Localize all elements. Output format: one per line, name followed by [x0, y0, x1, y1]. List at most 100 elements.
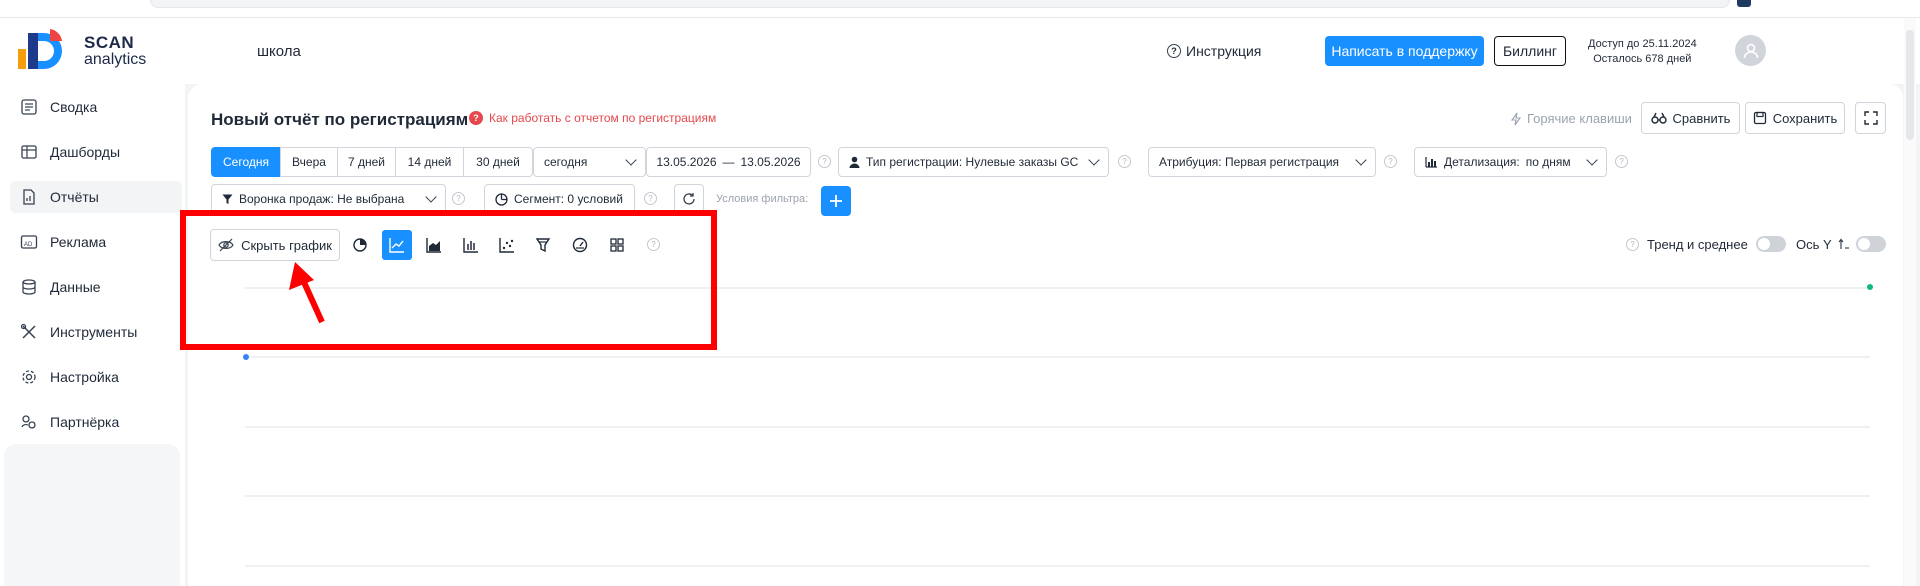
scan-analytics-logo-icon[interactable] — [18, 27, 78, 71]
page-title: Новый отчёт по регистрациям — [211, 110, 469, 129]
instruction-link[interactable]: ? Инструкция — [1167, 43, 1261, 59]
chevron-down-icon — [1586, 154, 1598, 166]
chevron-down-icon — [1355, 154, 1367, 166]
database-icon — [20, 278, 38, 296]
sidebar-item-reports[interactable]: Отчёты — [10, 181, 182, 213]
save-label: Сохранить — [1772, 110, 1838, 126]
period-select[interactable]: сегодня — [533, 147, 646, 177]
period-7-days[interactable]: 7 дней — [337, 147, 396, 177]
save-button[interactable]: Сохранить — [1745, 102, 1845, 134]
user-icon — [1743, 43, 1758, 58]
sidebar-bottom-panel — [4, 444, 180, 586]
trend-label: Тренд и среднее — [1647, 236, 1748, 252]
sidebar-item-tools[interactable]: Инструменты — [10, 316, 182, 348]
filter-conditions-placeholder[interactable]: Условия фильтра: — [716, 193, 808, 205]
sidebar-item-label: Отчёты — [50, 189, 99, 205]
chevron-down-icon — [425, 191, 437, 203]
period-yesterday[interactable]: Вчера — [280, 147, 338, 177]
detail-label: Детализация: — [1444, 155, 1520, 169]
access-days-left: Осталось 678 дней — [1593, 53, 1692, 65]
sidebar-item-settings[interactable]: Настройка — [10, 361, 182, 393]
extension-icon[interactable] — [1737, 0, 1751, 7]
axis-y-label: Ось Y — [1796, 236, 1832, 252]
scrollbar-thumb[interactable] — [1906, 30, 1914, 140]
svg-text:AD: AD — [24, 242, 33, 248]
logo-line2: analytics — [84, 51, 147, 68]
help-icon[interactable]: ? — [644, 192, 657, 205]
refresh-icon — [683, 193, 695, 205]
user-icon — [849, 156, 860, 168]
sidebar-item-partners[interactable]: Партнёрка — [10, 406, 182, 438]
trend-toggle[interactable] — [1755, 236, 1786, 252]
registration-type-select[interactable]: Тип регистрации: Нулевые заказы GC — [838, 147, 1109, 177]
attribution-select[interactable]: Атрибуция: Первая регистрация — [1148, 147, 1376, 177]
funnel-label: Воронка продаж: Не выбрана — [239, 192, 405, 206]
sidebar-item-label: Партнёрка — [50, 414, 120, 430]
sidebar-item-label: Дашборды — [50, 144, 120, 160]
summary-icon — [20, 98, 38, 116]
question-icon: ? — [1167, 44, 1181, 58]
sort-icon — [1838, 238, 1849, 249]
sidebar-item-ads[interactable]: AD Реклама — [10, 226, 182, 258]
registration-type-label: Тип регистрации: Нулевые заказы GC — [866, 155, 1079, 169]
axis-y-toggle[interactable] — [1855, 236, 1886, 252]
period-14-days[interactable]: 14 дней — [395, 147, 464, 177]
report-icon — [20, 188, 38, 206]
project-name[interactable]: школа — [257, 43, 301, 60]
annotation-highlight-box — [180, 210, 717, 350]
date-range-picker[interactable]: 13.05.2026 — 13.05.2026 — [646, 147, 811, 177]
sidebar-item-label: Данные — [50, 279, 101, 295]
sidebar-item-label: Реклама — [50, 234, 107, 250]
sidebar-item-label: Инструменты — [50, 324, 138, 340]
compare-label: Сравнить — [1672, 110, 1731, 126]
help-icon[interactable]: ? — [452, 192, 465, 205]
ad-icon: AD — [20, 233, 38, 251]
period-today[interactable]: Сегодня — [211, 147, 281, 177]
plus-icon — [830, 195, 842, 207]
access-until: Доступ до 25.11.2024 — [1588, 38, 1697, 50]
logo-line1: SCAN — [84, 33, 135, 52]
attribution-label: Атрибуция: Первая регистрация — [1159, 155, 1340, 169]
date-separator: — — [722, 155, 735, 169]
help-icon[interactable]: ? — [1118, 155, 1131, 168]
chevron-down-icon — [625, 154, 637, 166]
add-filter-button[interactable] — [821, 186, 851, 216]
howto-link[interactable]: ? Как работать с отчетом по регистрациям — [469, 111, 716, 125]
trend-toggle-group: ? Тренд и среднее — [1626, 236, 1786, 252]
help-icon[interactable]: ? — [818, 155, 831, 168]
tools-icon — [20, 323, 38, 341]
dashboard-icon — [20, 143, 38, 161]
date-from: 13.05.2026 — [656, 155, 717, 169]
detail-select[interactable]: Детализация: по дням — [1414, 147, 1607, 177]
access-info: Доступ до 25.11.2024 Осталось 678 дней — [1588, 37, 1697, 67]
help-icon[interactable]: ? — [1626, 237, 1639, 251]
expand-icon — [1863, 111, 1878, 125]
segment-label: Сегмент: 0 условий — [514, 192, 623, 206]
pie-chart-icon — [495, 192, 508, 206]
support-button[interactable]: Написать в поддержку — [1325, 36, 1484, 66]
help-icon[interactable]: ? — [1384, 155, 1397, 168]
billing-button[interactable]: Биллинг — [1494, 36, 1566, 66]
address-bar[interactable] — [150, 0, 1730, 8]
browser-top-strip — [0, 0, 1920, 18]
sidebar-item-data[interactable]: Данные — [10, 271, 182, 303]
compare-icon — [1650, 112, 1667, 124]
compare-button[interactable]: Сравнить — [1641, 102, 1740, 134]
help-icon[interactable]: ? — [1615, 155, 1628, 168]
sidebar-item-label: Сводка — [50, 99, 98, 115]
sidebar-item-dashboards[interactable]: Дашборды — [10, 136, 182, 168]
partner-icon — [20, 413, 38, 431]
fullscreen-button[interactable] — [1855, 102, 1886, 134]
chevron-down-icon — [1088, 154, 1100, 166]
sidebar-item-summary[interactable]: Сводка — [10, 91, 182, 123]
instruction-label: Инструкция — [1186, 43, 1262, 59]
date-to: 13.05.2026 — [740, 155, 801, 169]
period-30-days[interactable]: 30 дней — [463, 147, 533, 177]
settings-icon — [20, 368, 38, 386]
avatar[interactable] — [1735, 35, 1766, 66]
bar-chart-icon — [1425, 157, 1437, 168]
logo-text: SCAN analytics — [84, 34, 146, 68]
howto-label: Как работать с отчетом по регистрациям — [489, 111, 717, 125]
hotkeys-link[interactable]: Горячие клавиши — [1510, 111, 1632, 126]
period-select-value: сегодня — [544, 155, 588, 169]
